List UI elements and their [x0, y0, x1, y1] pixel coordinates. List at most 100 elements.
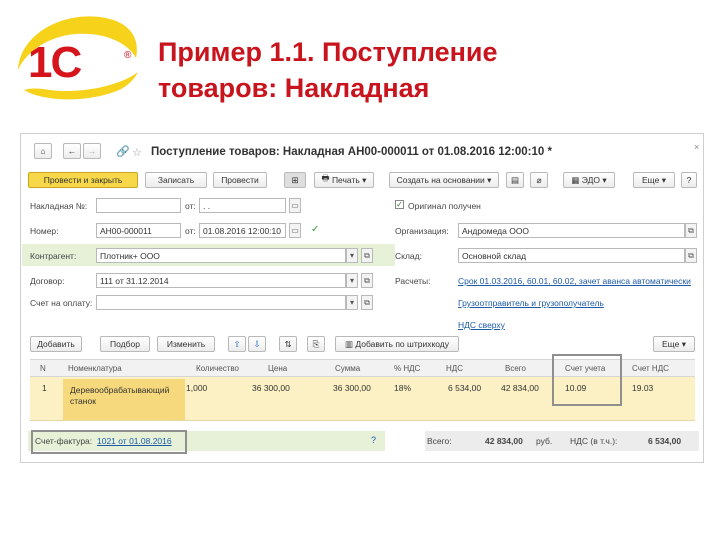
home-button[interactable]: ⌂ — [34, 143, 52, 159]
cell-vat: 6 534,00 — [448, 383, 482, 393]
invoice-no-field[interactable] — [96, 198, 181, 213]
open-icon: ⧉ — [364, 275, 370, 285]
col-vat[interactable]: НДС — [446, 364, 463, 373]
contract-field[interactable]: 111 от 31.12.2014 — [96, 273, 346, 288]
organization-open-button[interactable]: ⧉ — [685, 223, 697, 238]
original-received-checkbox[interactable]: ✓ — [395, 200, 404, 209]
logo-text: 1С — [28, 38, 82, 87]
print-label: Печать — [331, 175, 360, 185]
col-nomenclature[interactable]: Номенклатура — [68, 364, 122, 373]
logo-1c: 1С ® — [10, 8, 142, 108]
post-button[interactable]: Провести — [213, 172, 267, 188]
invoice-from-label: от: — [185, 201, 196, 211]
calendar-icon: ▭ — [291, 201, 299, 210]
chevron-down-icon: ▾ — [349, 276, 354, 285]
calendar-icon: ▭ — [291, 226, 299, 235]
col-price[interactable]: Цена — [268, 364, 287, 373]
chevron-down-icon: ▾ — [681, 338, 686, 349]
col-n[interactable]: N — [40, 364, 46, 373]
cell-total: 42 834,00 — [501, 383, 539, 393]
window-title: Поступление товаров: Накладная АН00-0000… — [151, 146, 552, 158]
pay-invoice-field[interactable] — [96, 295, 346, 310]
calendar-button[interactable]: ▭ — [289, 198, 301, 213]
cell-vat-rate: 18% — [394, 383, 412, 393]
account-highlight-box — [552, 354, 622, 406]
copy-button[interactable]: ⎘ — [307, 336, 325, 352]
col-vat-rate[interactable]: % НДС — [394, 364, 420, 373]
sort-button[interactable]: ⇅ — [279, 336, 297, 352]
counterparty-dropdown[interactable]: ▾ — [346, 248, 358, 263]
move-down-button[interactable]: ⇩ — [248, 336, 266, 352]
arrow-up-icon: ⇧ — [233, 338, 241, 349]
more-button[interactable]: Еще ▾ — [633, 172, 675, 188]
post-and-close-button[interactable]: Провести и закрыть — [28, 172, 138, 188]
slide: 1С ® Пример 1.1. Поступление товаров: На… — [0, 0, 720, 540]
col-quantity[interactable]: Количество — [196, 364, 239, 373]
table-more-button[interactable]: Еще ▾ — [653, 336, 695, 352]
report-icon: ▤ — [510, 174, 520, 185]
help-icon[interactable]: ? — [371, 435, 376, 445]
ledger-button[interactable]: ⊞ — [284, 172, 306, 188]
counterparty-field[interactable]: Плотник+ ООО — [96, 248, 346, 263]
cell-quantity: 1,000 — [186, 383, 208, 393]
contract-label: Договор: — [30, 276, 65, 286]
barcode-icon: ▥ — [344, 338, 354, 349]
change-button[interactable]: Изменить — [157, 336, 215, 352]
vat-included-value: 6 534,00 — [648, 436, 682, 446]
favorite-star-icon[interactable]: ☆ — [132, 146, 142, 159]
registered-mark: ® — [124, 50, 132, 61]
arrow-left-icon: ← — [67, 146, 77, 156]
date-from-label: от: — [185, 226, 196, 236]
contract-open-button[interactable]: ⧉ — [361, 273, 373, 288]
report-button[interactable]: ▤ — [506, 172, 524, 188]
pay-invoice-open-button[interactable]: ⧉ — [361, 295, 373, 310]
select-button[interactable]: Подбор — [100, 336, 150, 352]
help-button[interactable]: ? — [681, 172, 697, 188]
chevron-down-icon: ▾ — [602, 174, 607, 185]
selected-cell[interactable]: Деревообрабатывающий станок — [63, 379, 185, 420]
edo-button[interactable]: ▦ ЭДО ▾ — [563, 172, 615, 188]
col-total[interactable]: Всего — [505, 364, 526, 373]
close-icon[interactable]: × — [694, 142, 699, 152]
add-by-barcode-button[interactable]: ▥ Добавить по штрихкоду — [335, 336, 459, 352]
calendar-button-2[interactable]: ▭ — [289, 223, 301, 238]
back-button[interactable]: ← — [63, 143, 81, 159]
arrow-down-icon: ⇩ — [253, 338, 261, 349]
move-up-button[interactable]: ⇧ — [228, 336, 246, 352]
shipper-consignee-link[interactable]: Грузоотправитель и грузополучатель — [458, 298, 604, 308]
save-button[interactable]: Записать — [145, 172, 207, 188]
print-button[interactable]: 🖶 Печать ▾ — [314, 172, 374, 188]
create-based-on-button[interactable]: Создать на основании ▾ — [389, 172, 499, 188]
table-more-label: Еще — [662, 339, 680, 349]
open-icon: ⧉ — [688, 225, 694, 235]
warehouse-field[interactable]: Основной склад — [458, 248, 685, 263]
date-field[interactable]: 01.08.2016 12:00:10 — [199, 223, 286, 238]
number-field[interactable]: АН00-000011 — [96, 223, 181, 238]
arrow-right-icon: → — [87, 146, 97, 156]
link-icon[interactable]: 🔗 — [116, 145, 130, 159]
settlements-label: Расчеты: — [395, 276, 431, 286]
col-sum[interactable]: Сумма — [335, 364, 360, 373]
invoice-date-field[interactable]: . . — [199, 198, 286, 213]
forward-button[interactable]: → — [83, 143, 101, 159]
contract-dropdown[interactable]: ▾ — [346, 273, 358, 288]
organization-field[interactable]: Андромеда ООО — [458, 223, 685, 238]
slide-title: Пример 1.1. Поступление товаров: Накладн… — [158, 34, 698, 106]
settlements-link[interactable]: Срок 01.03.2016, 60.01, 60.02, зачет ава… — [458, 276, 698, 286]
create-based-label: Создать на основании — [396, 175, 485, 185]
more-label: Еще — [642, 175, 660, 185]
currency-label: руб. — [536, 436, 553, 446]
add-row-button[interactable]: Добавить — [30, 336, 82, 352]
vat-on-top-link[interactable]: НДС сверху — [458, 320, 505, 330]
pay-invoice-dropdown[interactable]: ▾ — [346, 295, 358, 310]
warehouse-open-button[interactable]: ⧉ — [685, 248, 697, 263]
edo-label: ЭДО — [581, 175, 600, 185]
open-icon: ⧉ — [364, 297, 370, 307]
col-vat-account[interactable]: Счет НДС — [632, 364, 669, 373]
counterparty-open-button[interactable]: ⧉ — [361, 248, 373, 263]
vat-included-label: НДС (в т.ч.): — [570, 436, 618, 446]
attach-button[interactable]: ⌀ — [530, 172, 548, 188]
organization-label: Организация: — [395, 226, 449, 236]
ledger-icon: ⊞ — [291, 174, 299, 185]
slide-title-line-1: Пример 1.1. Поступление — [158, 37, 498, 67]
